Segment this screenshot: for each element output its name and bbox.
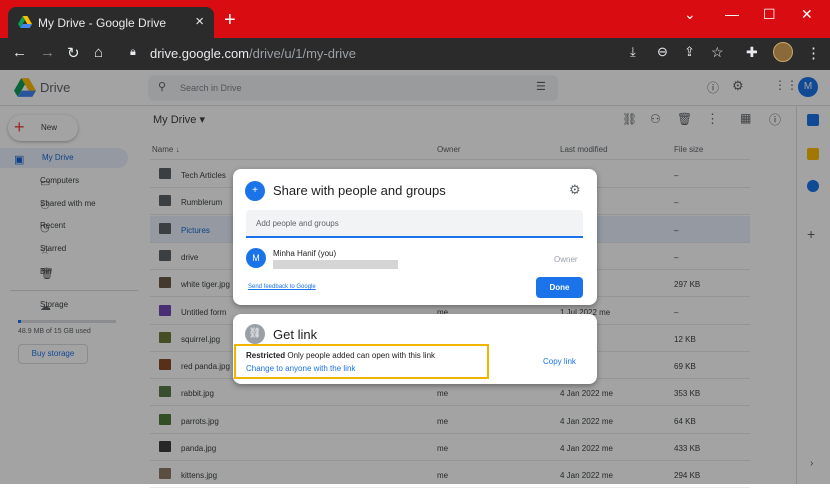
new-tab-icon[interactable]: + [224, 10, 236, 30]
get-link-title: Get link [273, 327, 318, 342]
link-access-text: Restricted Only people added can open wi… [246, 351, 436, 360]
browser-tab[interactable]: My Drive - Google Drive × [8, 7, 214, 38]
send-feedback-link[interactable]: Send feedback to Google [248, 284, 316, 290]
lock-icon[interactable]: 🔒︎ [130, 46, 136, 59]
bookmark-star-icon[interactable]: ☆ [711, 44, 724, 61]
share-page-icon[interactable]: ⇪ [684, 44, 695, 60]
tab-search-icon[interactable]: ⌄ [684, 6, 696, 23]
user-role: Owner [554, 255, 578, 264]
browser-tab-strip: My Drive - Google Drive × + ⌄ — ☐ ✕ [0, 0, 830, 38]
zoom-icon[interactable]: ⊖ [657, 44, 668, 60]
forward-icon[interactable]: → [40, 44, 55, 61]
add-people-input[interactable]: Add people and groups [246, 210, 583, 238]
url-text: drive.google.com/drive/u/1/my-drive [150, 46, 356, 61]
user-email-redacted [273, 260, 398, 269]
browser-toolbar: ← → ↻ ⌂ 🔒︎ drive.google.com/drive/u/1/my… [0, 38, 830, 70]
drive-favicon-icon [18, 16, 32, 28]
get-link-dialog: ⛓︎ Get link Restricted Only people added… [233, 314, 597, 384]
highlight-box [234, 344, 489, 379]
change-access-link[interactable]: Change to anyone with the link [246, 364, 355, 373]
close-tab-icon[interactable]: × [195, 13, 204, 30]
install-icon[interactable]: ⤓ [630, 44, 636, 60]
done-button[interactable]: Done [536, 277, 583, 298]
copy-link-button[interactable]: Copy link [543, 357, 576, 366]
user-name: Minha Hanif (you) [273, 249, 337, 258]
link-icon: ⛓︎ [245, 324, 265, 344]
tab-title: My Drive - Google Drive [38, 16, 167, 30]
user-avatar: M [246, 248, 266, 268]
minimize-icon[interactable]: — [725, 6, 739, 22]
close-window-icon[interactable]: ✕ [801, 6, 813, 23]
chrome-menu-icon[interactable]: ⋮ [806, 44, 821, 62]
home-icon[interactable]: ⌂ [94, 44, 103, 61]
person-add-icon: + [245, 181, 265, 201]
profile-avatar[interactable] [773, 42, 793, 62]
extensions-icon[interactable]: ✚ [746, 44, 758, 61]
back-icon[interactable]: ← [12, 44, 27, 61]
share-settings-icon[interactable]: ⚙ [569, 182, 581, 198]
maximize-icon[interactable]: ☐ [763, 6, 776, 23]
address-bar[interactable]: 🔒︎ drive.google.com/drive/u/1/my-drive [120, 42, 740, 66]
share-dialog: + Share with people and groups ⚙ Add peo… [233, 169, 597, 305]
share-dialog-title: Share with people and groups [273, 183, 446, 198]
reload-icon[interactable]: ↻ [67, 44, 80, 62]
